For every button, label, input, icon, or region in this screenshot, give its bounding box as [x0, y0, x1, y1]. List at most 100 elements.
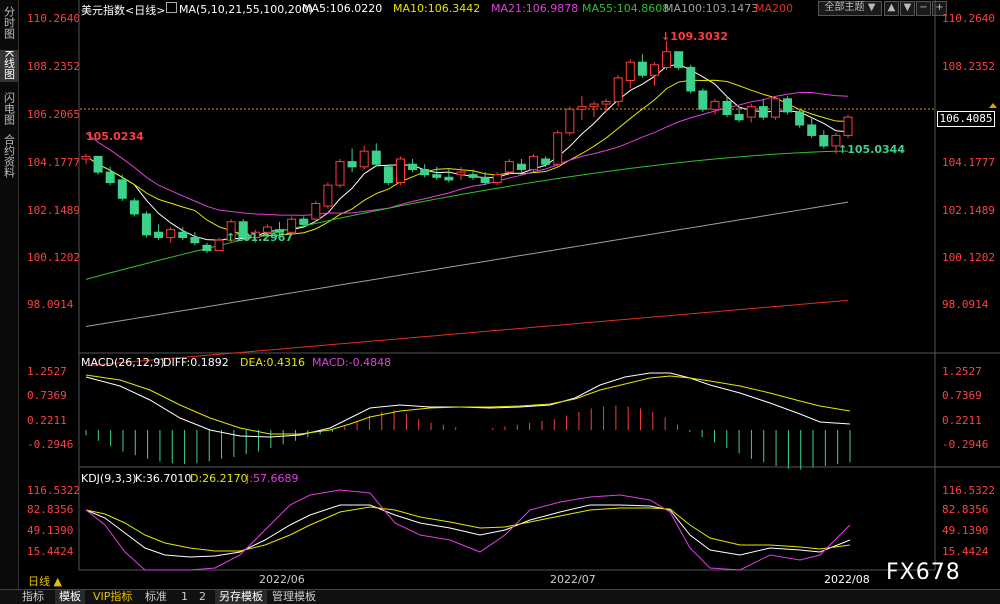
candle: [637, 61, 647, 76]
candle: [504, 161, 514, 173]
candle: [323, 184, 333, 207]
candle: [335, 161, 345, 186]
macd-dea-line: [85, 374, 851, 435]
macd-axis-left-3: -0.2946: [27, 438, 74, 451]
ma21-line: [85, 91, 849, 216]
candle: [553, 132, 563, 165]
kdj-axis-right-3: 15.4424: [942, 545, 989, 558]
macd-value-label: MACD:-0.4848: [312, 356, 392, 369]
candle: [589, 103, 599, 108]
kdj-axis-right-0: 116.5322: [942, 484, 995, 497]
period-button[interactable]: 日线 ▲: [28, 573, 62, 589]
price-marker-icon: [989, 103, 997, 108]
kdj-d-line: [85, 506, 851, 552]
macd-dea-label: DEA:0.4316: [240, 356, 305, 369]
kdj-axis-right-1: 82.8356: [942, 503, 989, 516]
candle: [698, 90, 708, 110]
candle: [371, 150, 381, 165]
tab-indicator[interactable]: 指标: [22, 590, 44, 604]
candle: [649, 64, 659, 76]
candle: [117, 179, 127, 199]
low-annotation-value: 101.2967: [235, 231, 293, 244]
left-high-value: 105.0234: [86, 130, 144, 143]
candle: [819, 134, 829, 147]
watermark-logo: FX678: [886, 560, 961, 585]
macd-axis-left-0: 1.2527: [27, 365, 67, 378]
candle: [662, 51, 672, 68]
date-label-0: 2022/06: [259, 573, 305, 586]
candle: [141, 213, 151, 236]
kdj-j-label: J:57.6689: [246, 472, 299, 485]
candle: [795, 111, 805, 126]
candle: [577, 106, 587, 110]
kdj-axis-left-3: 15.4424: [27, 545, 74, 558]
candle: [299, 218, 309, 225]
candle: [625, 61, 635, 81]
tab-template[interactable]: 模板: [55, 590, 85, 604]
kdj-k-label: K:36.7010: [135, 472, 192, 485]
left-high-annotation: 105.0234: [86, 130, 144, 143]
tab-vip-indicator[interactable]: VIP指标: [93, 590, 132, 604]
candle: [492, 174, 502, 184]
candle: [166, 229, 176, 238]
macd-axis-left-1: 0.7369: [27, 389, 67, 402]
candle: [359, 150, 369, 168]
candle: [529, 155, 539, 170]
date-label-1: 2022/07: [550, 573, 596, 586]
macd-title: MACD(26,12,9): [81, 356, 165, 369]
candle: [178, 231, 188, 238]
macd-axis-right-1: 0.7369: [942, 389, 982, 402]
kdj-axis-right-2: 49.1390: [942, 524, 989, 537]
candle: [81, 155, 91, 160]
last-low-value: 105.0344: [847, 143, 905, 156]
candle: [516, 163, 526, 170]
kdj-axis-left-1: 82.8356: [27, 503, 74, 516]
candle: [432, 174, 442, 178]
candle: [129, 200, 139, 215]
candle: [746, 106, 756, 118]
bottom-toolbar: 指标 模板 VIP指标 标准 1 2 另存模板 管理模板: [0, 589, 1000, 604]
macd-axis-left-2: 0.2211: [27, 414, 67, 427]
candle: [468, 174, 478, 178]
candle: [758, 106, 768, 118]
tab-2[interactable]: 2: [199, 590, 206, 604]
candle: [444, 176, 454, 181]
kdj-title: KDJ(9,3,3): [81, 472, 137, 485]
kline-chart[interactable]: [0, 0, 1000, 603]
candles: [81, 41, 853, 254]
kdj-j-line: [85, 489, 851, 571]
candle: [722, 100, 732, 116]
candle: [93, 155, 103, 173]
ma10-line: [85, 79, 849, 237]
candle: [202, 244, 212, 252]
candle: [734, 114, 744, 121]
ma5-line: [85, 63, 849, 241]
low-annotation: ↑101.2967: [226, 231, 293, 244]
candle: [347, 161, 357, 168]
tab-standard[interactable]: 标准: [145, 590, 167, 604]
candle: [686, 66, 696, 92]
high-annotation-value: 109.3032: [670, 30, 728, 43]
macd-axis-right-0: 1.2527: [942, 365, 982, 378]
ma100-line: [85, 201, 849, 327]
save-template-button[interactable]: 另存模板: [215, 590, 267, 604]
candle: [190, 236, 200, 244]
candle: [456, 171, 466, 176]
candle: [214, 239, 224, 252]
macd-axis-right-2: 0.2211: [942, 414, 982, 427]
tab-1[interactable]: 1: [181, 590, 188, 604]
high-annotation: ↓109.3032: [661, 30, 728, 43]
candle: [541, 158, 551, 165]
candle: [783, 98, 793, 113]
macd-diff-line: [85, 372, 851, 438]
macd-axis-right-3: -0.2946: [942, 438, 989, 451]
candle: [395, 158, 405, 184]
manage-template-button[interactable]: 管理模板: [272, 590, 316, 604]
candle: [480, 176, 490, 184]
candle: [674, 51, 684, 68]
candle: [105, 171, 115, 184]
kdj-d-label: D:26.2170: [190, 472, 248, 485]
candle: [613, 77, 623, 102]
candle: [311, 202, 321, 220]
candle: [710, 100, 720, 110]
